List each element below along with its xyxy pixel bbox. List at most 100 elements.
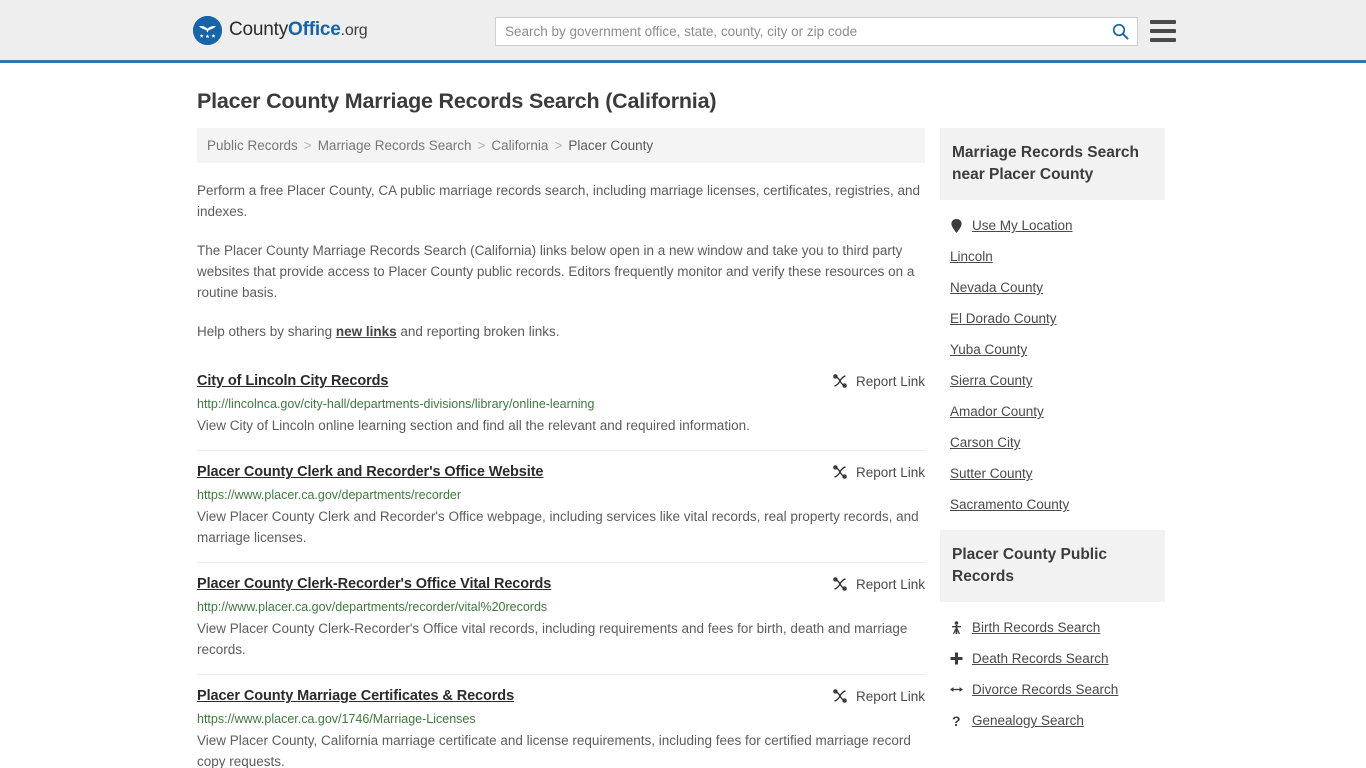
- intro-text: Perform a free Placer County, CA public …: [197, 180, 925, 342]
- sidebar-item-carson-city[interactable]: Carson City: [940, 427, 1165, 458]
- sidebar-link-label[interactable]: Yuba County: [950, 342, 1027, 357]
- intro-p3-after: and reporting broken links.: [396, 324, 560, 339]
- result-url: https://www.placer.ca.gov/departments/re…: [197, 488, 462, 502]
- breadcrumb-item-placer-county: Placer County: [568, 138, 654, 153]
- sidebar-item-death-records-search[interactable]: Death Records Search: [940, 643, 1165, 674]
- sidebar-item-yuba-county[interactable]: Yuba County: [940, 334, 1165, 365]
- hamburger-bar: [1150, 38, 1176, 42]
- result-title-link[interactable]: Placer County Marriage Certificates & Re…: [197, 687, 514, 705]
- intro-paragraph-2: The Placer County Marriage Records Searc…: [197, 243, 915, 300]
- sidebar-link-label[interactable]: Use My Location: [972, 218, 1073, 233]
- sidebar-link-label[interactable]: Death Records Search: [972, 651, 1109, 666]
- search-button[interactable]: [1103, 18, 1137, 45]
- svg-text:?: ?: [952, 713, 961, 728]
- sidebar-item-el-dorado-county[interactable]: El Dorado County: [940, 303, 1165, 334]
- sidebar-link-label[interactable]: El Dorado County: [950, 311, 1057, 326]
- cross-icon: [950, 651, 963, 666]
- question-mark-icon: ?: [950, 713, 963, 728]
- sidebar-link-label[interactable]: Sierra County: [950, 373, 1033, 388]
- search-bar: [495, 17, 1138, 46]
- result-item: City of Lincoln City Records Report Link: [197, 362, 925, 450]
- main-content: Public Records > Marriage Records Search…: [197, 128, 925, 768]
- sidebar-item-birth-records-search[interactable]: Birth Records Search: [940, 612, 1165, 643]
- result-description: View Placer County Clerk-Recorder's Offi…: [197, 621, 908, 657]
- hamburger-bar: [1150, 20, 1176, 24]
- sidebar-nearby-heading: Marriage Records Search near Placer Coun…: [940, 128, 1165, 200]
- sidebar-link-label[interactable]: Carson City: [950, 435, 1021, 450]
- sidebar-link-label[interactable]: Nevada County: [950, 280, 1043, 295]
- logo-text-county: County: [229, 19, 289, 40]
- site-header: CountyOffice.org: [0, 0, 1366, 63]
- breadcrumb-separator: >: [477, 138, 486, 153]
- report-link-button[interactable]: Report Link: [832, 372, 925, 389]
- breadcrumb-item-public-records[interactable]: Public Records: [207, 138, 298, 153]
- result-url: http://lincolnca.gov/city-hall/departmen…: [197, 397, 595, 411]
- breadcrumb-item-marriage-records-search[interactable]: Marriage Records Search: [318, 138, 472, 153]
- intro-paragraph-3: Help others by sharing new links and rep…: [197, 321, 925, 342]
- map-pin-icon: [950, 218, 963, 233]
- logo-text-org: .org: [340, 22, 368, 39]
- hamburger-menu-icon[interactable]: [1150, 20, 1176, 42]
- sidebar-nearby-list: Use My Location Lincoln Nevada County El…: [940, 200, 1165, 524]
- page-title: Placer County Marriage Records Search (C…: [197, 89, 717, 113]
- sidebar-public-records-list: Birth Records Search Death Records Searc…: [940, 602, 1165, 740]
- logo-text-office: Office: [288, 19, 341, 40]
- sidebar-item-sutter-county[interactable]: Sutter County: [940, 458, 1165, 489]
- search-input[interactable]: [496, 18, 1103, 45]
- baby-icon: [950, 620, 963, 635]
- report-link-button[interactable]: Report Link: [832, 687, 925, 704]
- report-link-button[interactable]: Report Link: [832, 463, 925, 480]
- report-link-label: Report Link: [855, 576, 925, 592]
- page-container: Placer County Marriage Records Search (C…: [0, 89, 1366, 768]
- sidebar-item-sacramento-county[interactable]: Sacramento County: [940, 489, 1165, 520]
- broken-link-icon: [833, 374, 847, 388]
- sidebar-public-records-heading: Placer County Public Records: [940, 530, 1165, 602]
- report-link-label: Report Link: [855, 688, 925, 704]
- broken-link-icon: [833, 689, 847, 703]
- result-item: Placer County Clerk-Recorder's Office Vi…: [197, 562, 925, 674]
- logo-wordmark: CountyOffice.org: [229, 19, 368, 41]
- breadcrumb-item-california[interactable]: California: [491, 138, 548, 153]
- breadcrumb-separator: >: [303, 138, 312, 153]
- results-list: City of Lincoln City Records Report Link: [197, 362, 925, 768]
- intro-p3-before: Help others by sharing: [197, 324, 336, 339]
- sidebar-item-genealogy-search[interactable]: ? Genealogy Search: [940, 705, 1165, 736]
- new-links-link[interactable]: new links: [336, 324, 397, 339]
- sidebar-link-label[interactable]: Divorce Records Search: [972, 682, 1118, 697]
- breadcrumb-separator: >: [554, 138, 563, 153]
- sidebar: Marriage Records Search near Placer Coun…: [940, 128, 1165, 746]
- intro-paragraph-1: Perform a free Placer County, CA public …: [197, 183, 921, 219]
- sidebar-link-label[interactable]: Genealogy Search: [972, 713, 1084, 728]
- sidebar-link-label[interactable]: Lincoln: [950, 249, 993, 264]
- result-title-link[interactable]: City of Lincoln City Records: [197, 372, 388, 390]
- sidebar-link-label[interactable]: Amador County: [950, 404, 1044, 419]
- result-description: View Placer County Clerk and Recorder's …: [197, 509, 919, 545]
- sidebar-link-label[interactable]: Sutter County: [950, 466, 1033, 481]
- site-logo[interactable]: CountyOffice.org: [193, 15, 368, 45]
- result-url: https://www.placer.ca.gov/1746/Marriage-…: [197, 712, 476, 726]
- sidebar-item-nevada-county[interactable]: Nevada County: [940, 272, 1165, 303]
- eagle-shield-logo-icon: [193, 15, 222, 45]
- sidebar-link-label[interactable]: Sacramento County: [950, 497, 1069, 512]
- hamburger-bar: [1150, 29, 1176, 33]
- result-title-link[interactable]: Placer County Clerk-Recorder's Office Vi…: [197, 575, 551, 593]
- result-url: http://www.placer.ca.gov/departments/rec…: [197, 600, 548, 614]
- sidebar-item-use-my-location[interactable]: Use My Location: [940, 210, 1165, 241]
- result-item: Placer County Clerk and Recorder's Offic…: [197, 450, 925, 562]
- sidebar-link-label[interactable]: Birth Records Search: [972, 620, 1100, 635]
- result-item: Placer County Marriage Certificates & Re…: [197, 674, 925, 768]
- sidebar-public-records-box: Placer County Public Records Birth Recor…: [940, 530, 1165, 740]
- sidebar-item-divorce-records-search[interactable]: Divorce Records Search: [940, 674, 1165, 705]
- result-description: View Placer County, California marriage …: [197, 733, 911, 768]
- result-title-link[interactable]: Placer County Clerk and Recorder's Offic…: [197, 463, 544, 481]
- report-link-label: Report Link: [855, 373, 925, 389]
- report-link-button[interactable]: Report Link: [832, 575, 925, 592]
- report-link-label: Report Link: [855, 464, 925, 480]
- sidebar-item-sierra-county[interactable]: Sierra County: [940, 365, 1165, 396]
- sidebar-nearby-box: Marriage Records Search near Placer Coun…: [940, 128, 1165, 524]
- left-right-arrow-icon: [950, 682, 963, 697]
- breadcrumb: Public Records > Marriage Records Search…: [197, 128, 925, 163]
- broken-link-icon: [833, 465, 847, 479]
- sidebar-item-amador-county[interactable]: Amador County: [940, 396, 1165, 427]
- sidebar-item-lincoln[interactable]: Lincoln: [940, 241, 1165, 272]
